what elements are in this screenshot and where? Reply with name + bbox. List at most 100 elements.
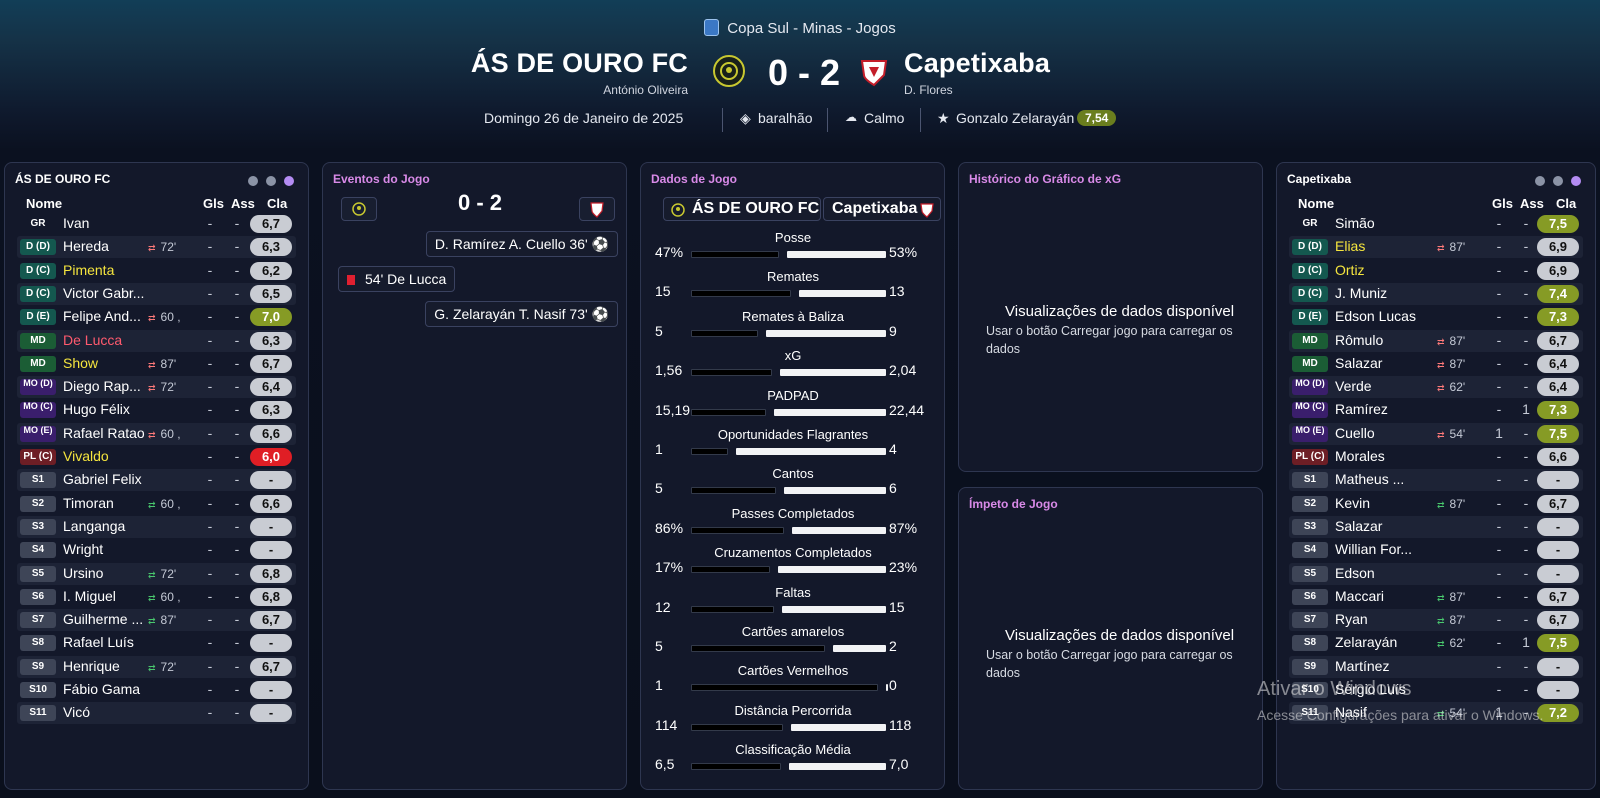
player-row[interactable]: D (C) J. Muniz - -7,4	[1289, 282, 1583, 305]
player-name[interactable]: Salazar	[1335, 518, 1435, 534]
player-name[interactable]: Verde	[1335, 378, 1435, 394]
view-toggle[interactable]	[1527, 173, 1581, 191]
player-row[interactable]: S7 Guilherme ... ⇄ 87' - -6,7	[17, 609, 296, 632]
away-team-name[interactable]: Capetixaba	[904, 48, 1050, 79]
player-name[interactable]: Morales	[1335, 448, 1435, 464]
player-name[interactable]: Ivan	[63, 215, 163, 231]
player-name[interactable]: Willian For...	[1335, 541, 1435, 557]
player-row[interactable]: S6 I. Miguel ⇄ 60 , - -6,8	[17, 586, 296, 608]
player-name[interactable]: Zelarayán	[1335, 634, 1435, 650]
player-row[interactable]: S2 Timoran ⇄ 60 , - -6,6	[17, 493, 296, 515]
player-row[interactable]: S1 Matheus ... - - -	[1289, 469, 1583, 492]
player-name[interactable]: Elias	[1335, 238, 1435, 254]
player-name[interactable]: Fábio Gama	[63, 681, 163, 697]
player-row[interactable]: S7 Ryan ⇄ 87' - -6,7	[1289, 609, 1583, 632]
col-name[interactable]: Nome	[26, 196, 62, 211]
col-rating[interactable]: Cla	[267, 196, 287, 211]
player-name[interactable]: Gabriel Felix	[63, 471, 163, 487]
event-red-card[interactable]: 54' De Lucca	[338, 266, 456, 292]
player-name[interactable]: Pimenta	[63, 262, 163, 278]
stats-home-header[interactable]: ÁS DE OURO FC	[663, 197, 821, 221]
player-row[interactable]: S3 Langanga - - -	[17, 515, 296, 538]
player-name[interactable]: Vicó	[63, 704, 163, 720]
home-team-name[interactable]: ÁS DE OURO FC	[471, 48, 688, 79]
player-name[interactable]: Edson	[1335, 565, 1435, 581]
away-manager[interactable]: D. Flores	[904, 83, 953, 97]
player-name[interactable]: Rômulo	[1335, 332, 1435, 348]
player-row[interactable]: S8 Zelarayán ⇄ 62' - 1 7,5	[1289, 632, 1583, 654]
dot-icon[interactable]	[266, 176, 276, 186]
col-goals[interactable]: Gls	[203, 196, 224, 211]
player-row[interactable]: D (C) Victor Gabr... - -6,5	[17, 282, 296, 305]
player-name[interactable]: Simão	[1335, 215, 1435, 231]
player-name[interactable]: Kevin	[1335, 495, 1435, 511]
player-row[interactable]: D (E) Felipe And... ⇄ 60 , - -7,0	[17, 306, 296, 328]
player-name[interactable]: Victor Gabr...	[63, 285, 163, 301]
player-row[interactable]: MD De Lucca - -6,3	[17, 329, 296, 352]
player-name[interactable]: Wright	[63, 541, 163, 557]
player-row[interactable]: S10 Fábio Gama - - -	[17, 679, 296, 701]
stats-away-header[interactable]: Capetixaba	[823, 197, 941, 221]
player-row[interactable]: S5 Ursino ⇄ 72' - -6,8	[17, 562, 296, 585]
player-name[interactable]: Martínez	[1335, 658, 1435, 674]
player-row[interactable]: D (C) Ortiz - -6,9	[1289, 260, 1583, 282]
col-goals[interactable]: Gls	[1492, 196, 1513, 211]
player-row[interactable]: S3 Salazar - - -	[1289, 515, 1583, 538]
player-row[interactable]: MO (D) Verde ⇄ 62' - -6,4	[1289, 376, 1583, 399]
player-row[interactable]: D (D) Elias ⇄ 87' - -6,9	[1289, 236, 1583, 259]
view-toggle[interactable]	[240, 173, 294, 191]
dot-icon[interactable]	[1553, 176, 1563, 186]
player-name[interactable]: Cuello	[1335, 425, 1435, 441]
col-assists[interactable]: Ass	[231, 196, 255, 211]
player-name[interactable]: Maccari	[1335, 588, 1435, 604]
player-row[interactable]: PL (C) Morales - -6,6	[1289, 446, 1583, 468]
player-name[interactable]: Hugo Félix	[63, 401, 163, 417]
dot-icon[interactable]	[1571, 176, 1581, 186]
player-name[interactable]: Ortiz	[1335, 262, 1435, 278]
player-row[interactable]: S9 Henrique ⇄ 72' - -6,7	[17, 655, 296, 678]
player-row[interactable]: MO (C) Ramírez - 1 7,3	[1289, 399, 1583, 421]
player-name[interactable]: Ryan	[1335, 611, 1435, 627]
player-row[interactable]: GR Ivan - -6,7	[17, 213, 296, 235]
player-name[interactable]: Salazar	[1335, 355, 1435, 371]
player-row[interactable]: MD Rômulo ⇄ 87' - -6,7	[1289, 329, 1583, 352]
player-name[interactable]: Edson Lucas	[1335, 308, 1435, 324]
player-name[interactable]: Vivaldo	[63, 448, 163, 464]
dot-icon[interactable]	[284, 176, 294, 186]
player-row[interactable]: PL (C) Vivaldo - -6,0	[17, 446, 296, 468]
player-row[interactable]: S8 Rafael Luís - - -	[17, 632, 296, 654]
player-row[interactable]: S4 Willian For... - - -	[1289, 539, 1583, 561]
player-row[interactable]: MO (E) Rafael Ratao ⇄ 60 , - -6,6	[17, 422, 296, 445]
player-row[interactable]: MD Salazar ⇄ 87' - -6,4	[1289, 353, 1583, 375]
player-row[interactable]: D (E) Edson Lucas - -7,3	[1289, 306, 1583, 328]
event-goal[interactable]: D. Ramírez A. Cuello 36' ⚽	[425, 231, 618, 257]
player-row[interactable]: S2 Kevin ⇄ 87' - -6,7	[1289, 493, 1583, 515]
player-name[interactable]: Matheus ...	[1335, 471, 1435, 487]
player-row[interactable]: S4 Wright - - -	[17, 539, 296, 561]
col-rating[interactable]: Cla	[1556, 196, 1576, 211]
player-name[interactable]: J. Muniz	[1335, 285, 1435, 301]
player-row[interactable]: MO (E) Cuello ⇄ 54' 1 -7,5	[1289, 422, 1583, 445]
player-row[interactable]: D (C) Pimenta - -6,2	[17, 260, 296, 282]
player-row[interactable]: MO (C) Hugo Félix - -6,3	[17, 399, 296, 421]
event-goal[interactable]: G. Zelarayán T. Nasif 73' ⚽	[425, 301, 618, 327]
player-name[interactable]: Ramírez	[1335, 401, 1435, 417]
dot-icon[interactable]	[248, 176, 258, 186]
col-assists[interactable]: Ass	[1520, 196, 1544, 211]
player-row[interactable]: S1 Gabriel Felix - - -	[17, 469, 296, 492]
player-row[interactable]: S5 Edson - - -	[1289, 562, 1583, 585]
stadium-name[interactable]: baralhão	[758, 110, 813, 126]
player-row[interactable]: S9 Martínez - - -	[1289, 655, 1583, 678]
player-row[interactable]: D (D) Hereda ⇄ 72' - -6,3	[17, 236, 296, 259]
player-row[interactable]: S6 Maccari ⇄ 87' - -6,7	[1289, 586, 1583, 608]
player-row[interactable]: MO (D) Diego Rap... ⇄ 72' - -6,4	[17, 376, 296, 399]
home-manager[interactable]: António Oliveira	[603, 83, 688, 97]
player-name[interactable]: De Lucca	[63, 332, 163, 348]
player-row[interactable]: GR Simão - -7,5	[1289, 213, 1583, 235]
player-name[interactable]: Rafael Luís	[63, 634, 163, 650]
player-row[interactable]: S11 Vicó - - -	[17, 702, 296, 725]
dot-icon[interactable]	[1535, 176, 1545, 186]
player-row[interactable]: MD Show ⇄ 87' - -6,7	[17, 353, 296, 375]
man-of-match-name[interactable]: Gonzalo Zelarayán	[956, 110, 1074, 126]
competition-title[interactable]: Copa Sul - Minas - Jogos	[0, 19, 1600, 37]
